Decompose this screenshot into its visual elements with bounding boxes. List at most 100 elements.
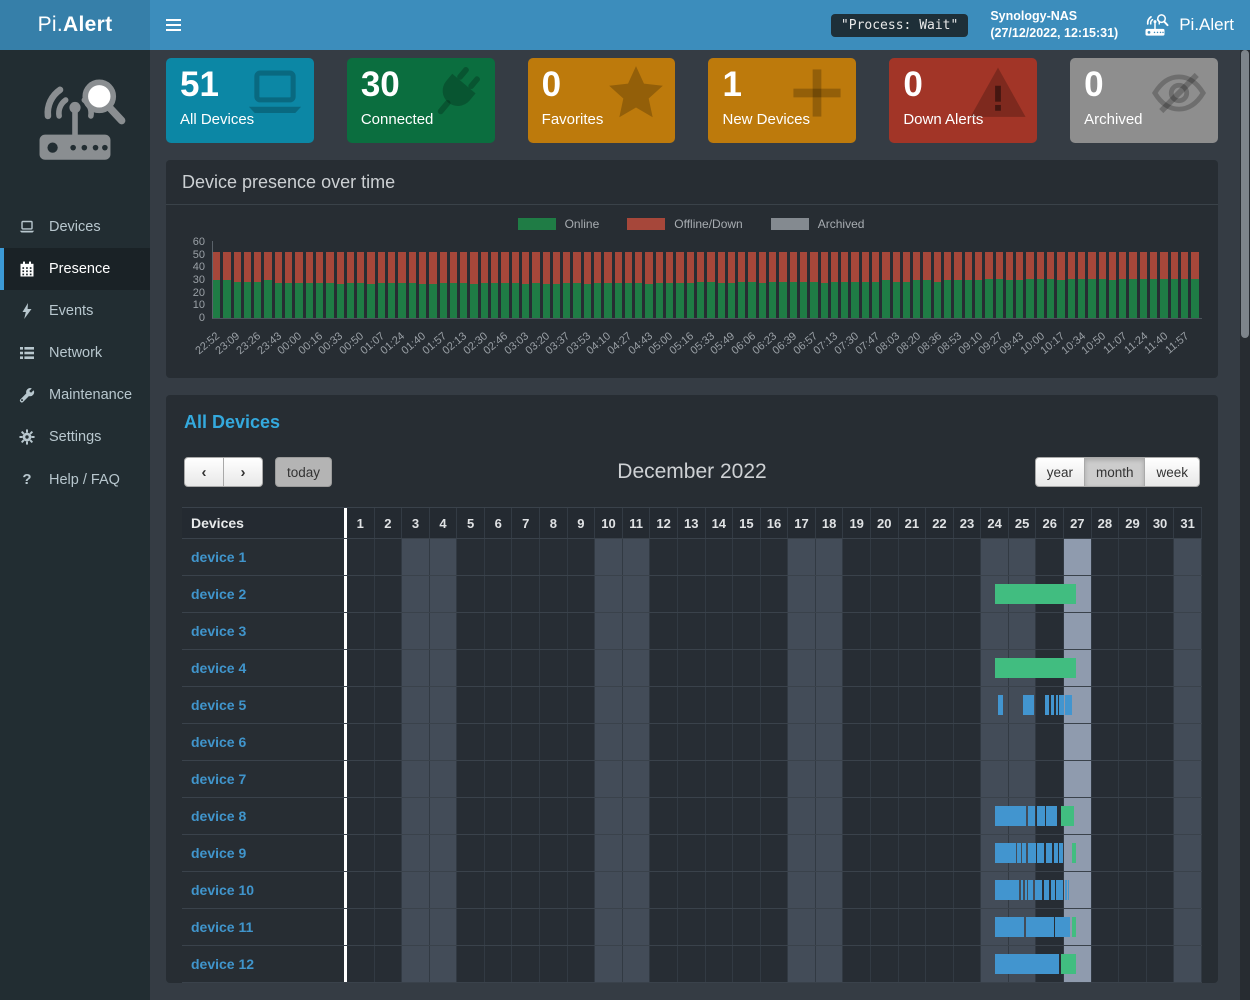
device-link[interactable]: device 12: [182, 946, 344, 982]
sidebar-item-devices[interactable]: Devices: [0, 206, 150, 248]
day-cell: [926, 798, 954, 834]
day-cell: [540, 539, 568, 575]
calendar-today-button[interactable]: today: [275, 457, 332, 487]
day-cell: [402, 576, 430, 612]
day-cell: [816, 835, 844, 871]
device-link[interactable]: device 1: [182, 539, 344, 575]
device-link[interactable]: device 7: [182, 761, 344, 797]
day-cell: [1174, 761, 1202, 797]
device-link[interactable]: device 10: [182, 872, 344, 908]
day-cell: [402, 613, 430, 649]
day-cell: [1174, 872, 1202, 908]
navbar-right: "Process: Wait" Synology-NAS (27/12/2022…: [831, 0, 1250, 50]
sidebar-item-settings[interactable]: Settings: [0, 416, 150, 458]
day-cell: [1147, 835, 1175, 871]
device-timeline: [344, 724, 1202, 760]
calendar-prev-button[interactable]: ‹: [184, 457, 224, 487]
card-all-devices[interactable]: 51All Devices: [166, 58, 314, 143]
day-cell: [926, 724, 954, 760]
day-cell: [1036, 761, 1064, 797]
day-cell: [1119, 687, 1147, 723]
device-link[interactable]: device 8: [182, 798, 344, 834]
calendar-view-month-button[interactable]: month: [1084, 457, 1146, 487]
day-cell: [899, 761, 927, 797]
chart-bar: [429, 252, 436, 318]
calendar-view-week-button[interactable]: week: [1144, 457, 1200, 487]
day-header-8: 8: [540, 508, 568, 538]
chart-bar: [913, 252, 920, 318]
day-cell: [733, 872, 761, 908]
day-cell: [1174, 946, 1202, 982]
scrollbar-thumb[interactable]: [1241, 50, 1249, 338]
device-link[interactable]: device 4: [182, 650, 344, 686]
chart-bar: [851, 252, 858, 318]
day-cell: [595, 835, 623, 871]
sidebar-item-network[interactable]: Network: [0, 332, 150, 374]
device-link[interactable]: device 9: [182, 835, 344, 871]
navbar-brand[interactable]: Pi.Alert: [1140, 12, 1234, 39]
day-cell: [540, 946, 568, 982]
card-down-alerts[interactable]: 0Down Alerts: [889, 58, 1037, 143]
day-cell: [347, 724, 375, 760]
day-cell: [788, 539, 816, 575]
device-link[interactable]: device 3: [182, 613, 344, 649]
day-cell: [706, 724, 734, 760]
day-cell: [954, 613, 982, 649]
chart-bar: [635, 252, 642, 318]
chart-bar: [316, 252, 323, 318]
sidebar-item-help-faq[interactable]: ?Help / FAQ: [0, 458, 150, 501]
chart-bar: [213, 252, 220, 318]
chart-bar: [893, 252, 900, 318]
day-cell: [430, 613, 458, 649]
day-cell: [347, 872, 375, 908]
app-logo[interactable]: Pi.Alert: [0, 0, 150, 50]
sidebar-toggle-button[interactable]: [150, 0, 196, 50]
sidebar-item-maintenance[interactable]: Maintenance: [0, 374, 150, 416]
presence-segment: [1072, 843, 1076, 863]
chart-bar: [1047, 252, 1054, 318]
day-header-12: 12: [650, 508, 678, 538]
day-cell: [706, 613, 734, 649]
presence-segment: [995, 880, 1019, 900]
laptop-icon: [246, 64, 304, 127]
day-cell: [899, 650, 927, 686]
day-cell: [1147, 576, 1175, 612]
chart-bar: [800, 252, 807, 318]
day-cell: [512, 946, 540, 982]
day-header-1: 1: [347, 508, 375, 538]
sidebar-item-presence[interactable]: Presence: [0, 248, 150, 290]
device-link[interactable]: device 6: [182, 724, 344, 760]
pialert-logo-icon: [0, 50, 150, 206]
day-cell: [1119, 613, 1147, 649]
eye-slash-icon: [1150, 64, 1208, 127]
card-favorites[interactable]: 0Favorites: [528, 58, 676, 143]
y-tick-label: 0: [199, 312, 205, 324]
device-link[interactable]: device 2: [182, 576, 344, 612]
day-cell: [678, 798, 706, 834]
calendar-icon: [18, 261, 36, 277]
card-connected[interactable]: 30Connected: [347, 58, 495, 143]
day-cell: [1119, 872, 1147, 908]
day-cell: [1147, 909, 1175, 945]
day-cell: [843, 909, 871, 945]
day-cell: [430, 650, 458, 686]
day-cell: [540, 650, 568, 686]
calendar-next-button[interactable]: ›: [223, 457, 263, 487]
day-cell: [761, 724, 789, 760]
device-link[interactable]: device 5: [182, 687, 344, 723]
laptop-icon: [18, 219, 36, 235]
device-link[interactable]: device 11: [182, 909, 344, 945]
sidebar-item-events[interactable]: Events: [0, 290, 150, 332]
device-rows: device 1device 2device 3device 4device 5…: [182, 539, 1202, 983]
day-header-3: 3: [402, 508, 430, 538]
day-cell: [761, 909, 789, 945]
card-archived[interactable]: 0Archived: [1070, 58, 1218, 143]
calendar-view-switcher: yearmonthweek: [1035, 457, 1200, 487]
chart-bar: [470, 252, 477, 318]
day-cell: [899, 946, 927, 982]
day-header-30: 30: [1147, 508, 1175, 538]
card-new-devices[interactable]: 1New Devices: [708, 58, 856, 143]
day-cell: [430, 909, 458, 945]
day-cell: [623, 687, 651, 723]
calendar-view-year-button[interactable]: year: [1035, 457, 1085, 487]
